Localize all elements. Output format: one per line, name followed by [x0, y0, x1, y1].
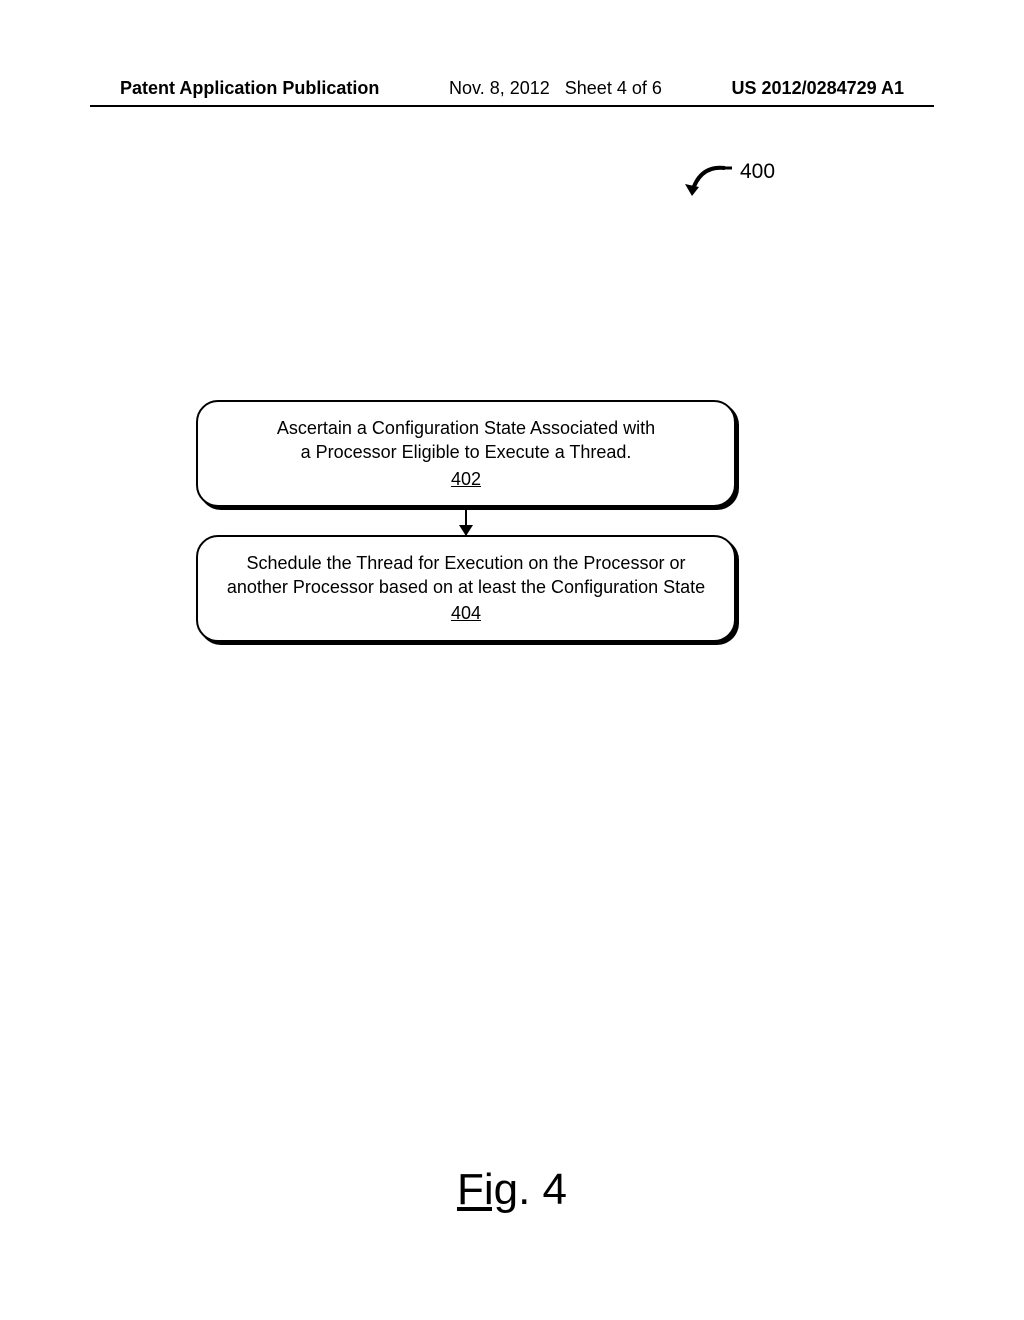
flowchart-box-402: Ascertain a Configuration State Associat… — [196, 400, 736, 507]
header-divider-line — [90, 105, 934, 107]
flowchart-box-402-line1: Ascertain a Configuration State Associat… — [218, 416, 714, 440]
figure-reference-pointer: 400 — [680, 160, 800, 205]
header-left-text: Patent Application Publication — [120, 78, 379, 99]
flowchart-box-404-line2: another Processor based on at least the … — [218, 575, 714, 599]
flowchart-box-404: Schedule the Thread for Execution on the… — [196, 535, 736, 642]
flowchart-box-402-line2: a Processor Eligible to Execute a Thread… — [218, 440, 714, 464]
header-date: Nov. 8, 2012 — [449, 78, 550, 98]
flowchart-container: Ascertain a Configuration State Associat… — [196, 400, 736, 642]
flowchart-arrow-down-icon — [465, 507, 467, 535]
curved-arrow-icon — [680, 160, 735, 205]
flowchart-box-404-ref: 404 — [451, 601, 481, 625]
header-sheet: Sheet 4 of 6 — [565, 78, 662, 98]
header-right-text: US 2012/0284729 A1 — [732, 78, 904, 99]
figure-ref-label: 400 — [740, 160, 775, 184]
flowchart-box-402-ref: 402 — [451, 467, 481, 491]
figure-caption-suffix: . 4 — [518, 1165, 567, 1214]
page-header: Patent Application Publication Nov. 8, 2… — [0, 78, 1024, 99]
header-center-text: Nov. 8, 2012 Sheet 4 of 6 — [449, 78, 662, 99]
flowchart-box-404-line1: Schedule the Thread for Execution on the… — [218, 551, 714, 575]
figure-caption-prefix: Fig — [457, 1165, 518, 1214]
figure-caption: Fig. 4 — [0, 1165, 1024, 1215]
